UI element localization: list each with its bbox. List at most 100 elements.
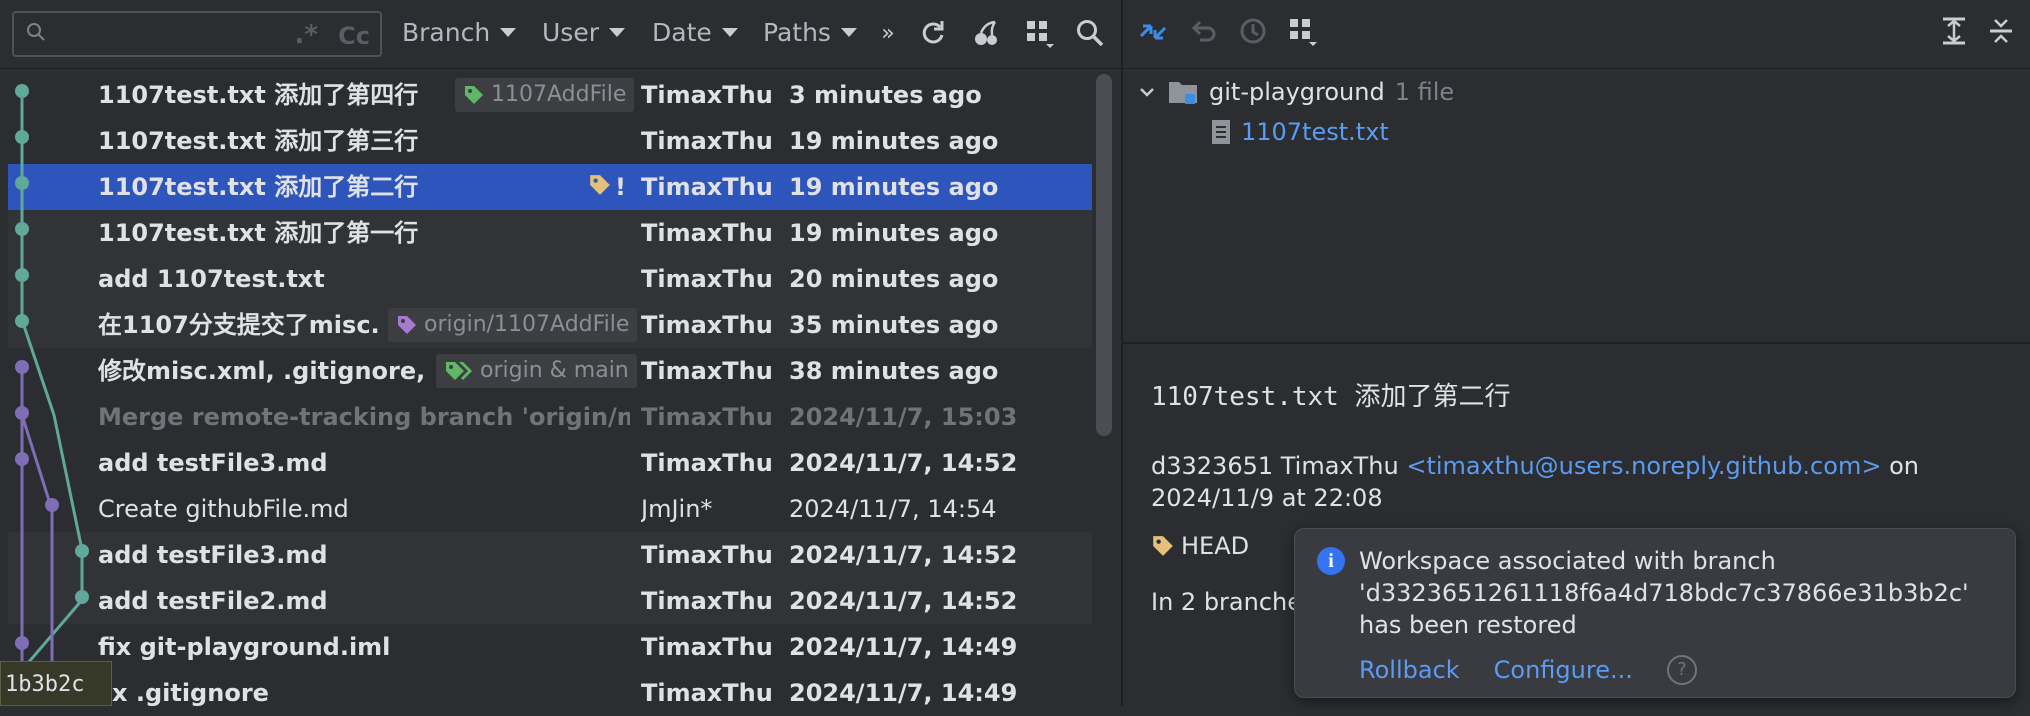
branch-tag[interactable]: 1107AddFile (455, 78, 635, 112)
configure-link[interactable]: Configure... (1494, 656, 1633, 684)
commit-message: x .gitignore (112, 679, 269, 707)
search-field[interactable]: .* Cc (12, 11, 382, 57)
table-row[interactable]: Merge remote-tracking branch 'origin/ma … (8, 394, 1092, 440)
date-filter-label: Date (652, 18, 712, 47)
commit-author: TimaxThu (641, 173, 773, 201)
log-scrollbar[interactable] (1096, 74, 1112, 436)
view-options-icon[interactable] (1024, 18, 1056, 50)
search-icon[interactable] (1074, 18, 1106, 50)
commit-date: 2024/11/7, 14:52 (789, 587, 1018, 615)
tree-root[interactable]: git-playground 1 file (1137, 78, 1454, 106)
table-row-selected[interactable]: 1107test.txt 添加了第二行 ! TimaxThu 19 minute… (8, 164, 1092, 210)
workspace-notification: i Workspace associated with branch 'd332… (1294, 528, 2016, 698)
table-row[interactable]: x .gitignore TimaxThu 2024/11/7, 14:49 (8, 670, 1092, 716)
tag-icon (465, 86, 483, 104)
text-file-icon (1212, 120, 1230, 144)
branch-filter[interactable]: Branch (402, 18, 517, 47)
tree-file-count: 1 file (1394, 78, 1455, 106)
commit-author: TimaxThu (641, 127, 773, 155)
table-row[interactable]: add testFile3.md TimaxThu 2024/11/7, 14:… (8, 440, 1092, 486)
branch-tag-label: origin & main (480, 358, 629, 383)
regex-toggle[interactable]: .* (295, 20, 318, 50)
table-row[interactable]: Create githubFile.md JmJin* 2024/11/7, 1… (8, 486, 1092, 532)
commit-date: 2024/11/7, 14:52 (789, 449, 1018, 477)
expand-all-icon[interactable] (1938, 16, 1970, 48)
chevron-down-icon (721, 28, 738, 37)
more-filters-button[interactable]: » (872, 18, 904, 50)
notification-line: Workspace associated with branch (1359, 547, 1776, 575)
commit-author: JmJin* (641, 495, 713, 523)
commit-message: add 1107test.txt (98, 265, 325, 293)
commit-subject: 1107test.txt 添加了第二行 (1151, 382, 1511, 412)
branch-tag[interactable]: origin/1107AddFile (388, 308, 638, 342)
log-toolbar: .* Cc Branch User Date Paths » (0, 0, 1123, 69)
commit-log-panel: .* Cc Branch User Date Paths » 1107test.… (0, 0, 1123, 707)
table-row[interactable]: fix git-playground.iml TimaxThu 2024/11/… (8, 624, 1092, 670)
collapse-all-icon[interactable] (1985, 16, 2017, 48)
date-filter[interactable]: Date (652, 18, 738, 47)
commit-date: 35 minutes ago (789, 311, 999, 339)
table-row[interactable]: 1107test.txt 添加了第四行 1107AddFile TimaxThu… (8, 72, 1092, 118)
user-filter[interactable]: User (542, 18, 625, 47)
commit-date: 2024/11/7, 15:03 (789, 403, 1018, 431)
table-row[interactable]: 修改misc.xml, .gitignore, 1 origin & main … (8, 348, 1092, 394)
chevron-down-icon (1140, 88, 1154, 97)
commit-date: 19 minutes ago (789, 219, 999, 247)
commit-graph (15, 84, 89, 706)
commit-author: TimaxThu (641, 219, 773, 247)
commit-author: TimaxThu (641, 633, 773, 661)
details-toolbar (1123, 0, 2030, 69)
commit-table: 1107test.txt 添加了第四行 1107AddFile TimaxThu… (0, 70, 1095, 707)
group-by-icon[interactable] (1287, 16, 1319, 48)
commit-timestamp: 2024/11/9 at 22:08 (1151, 484, 1383, 512)
commit-author: TimaxThu (641, 449, 773, 477)
table-row[interactable]: add testFile2.md TimaxThu 2024/11/7, 14:… (8, 578, 1092, 624)
commit-author: TimaxThu (641, 311, 773, 339)
branch-tag[interactable]: origin & main (436, 354, 637, 388)
commit-meta: d3323651 TimaxThu <timaxthu@users.norepl… (1151, 450, 2011, 514)
commit-date: 38 minutes ago (789, 357, 999, 385)
commit-date: 19 minutes ago (789, 127, 999, 155)
history-icon[interactable] (1237, 16, 1269, 48)
author-email-link[interactable]: <timaxthu@users.noreply.github.com> (1406, 452, 1881, 480)
notification-line: has been restored (1359, 611, 1577, 639)
tag-icon (1153, 536, 1173, 556)
rollback-link[interactable]: Rollback (1359, 656, 1460, 684)
tag-icon (588, 172, 612, 202)
compare-icon[interactable] (1137, 16, 1169, 48)
paths-filter-label: Paths (763, 18, 831, 47)
commit-author: TimaxThu (641, 541, 773, 569)
branch-tag-label: origin/1107AddFile (424, 312, 630, 337)
help-icon[interactable]: ? (1666, 655, 1697, 685)
table-row[interactable]: 1107test.txt 添加了第一行 TimaxThu 19 minutes … (8, 210, 1092, 256)
contained-in-branches[interactable]: In 2 branche (1151, 588, 1302, 616)
tree-file-item[interactable]: 1107test.txt (1211, 118, 1389, 146)
info-icon: i (1317, 547, 1345, 575)
commit-message: 1107test.txt 添加了第一行 (98, 219, 419, 247)
notification-message: Workspace associated with branch 'd33236… (1359, 545, 1969, 641)
paths-filter[interactable]: Paths (763, 18, 857, 47)
chevron-down-icon (608, 28, 625, 37)
head-ref: HEAD (1151, 532, 1249, 560)
commit-date: 2024/11/7, 14:52 (789, 541, 1018, 569)
commit-message: Merge remote-tracking branch 'origin/ma (98, 403, 630, 431)
hash-tooltip: 1b3b2c (0, 661, 112, 706)
tree-root-label: git-playground (1209, 78, 1385, 106)
revert-icon[interactable] (1187, 16, 1219, 48)
on-label: on (1889, 452, 1919, 480)
cherry-pick-icon[interactable] (970, 18, 1002, 50)
table-row[interactable]: add testFile3.md TimaxThu 2024/11/7, 14:… (8, 532, 1092, 578)
search-icon (27, 23, 45, 41)
table-row[interactable]: add 1107test.txt TimaxThu 20 minutes ago (8, 256, 1092, 302)
commit-date: 2024/11/7, 14:54 (789, 495, 997, 523)
match-case-toggle[interactable]: Cc (338, 22, 370, 50)
table-row[interactable]: 在1107分支提交了misc. origin/1107AddFile Timax… (8, 302, 1092, 348)
commit-message: 1107test.txt 添加了第二行 (98, 173, 419, 201)
refresh-icon[interactable] (917, 18, 949, 50)
commit-author: TimaxThu (641, 403, 773, 431)
tree-file-label: 1107test.txt (1241, 118, 1389, 146)
table-row[interactable]: 1107test.txt 添加了第三行 TimaxThu 19 minutes … (8, 118, 1092, 164)
tag-icon (398, 316, 416, 334)
folder-icon (1169, 82, 1197, 104)
commit-message: fix git-playground.iml (98, 633, 391, 661)
